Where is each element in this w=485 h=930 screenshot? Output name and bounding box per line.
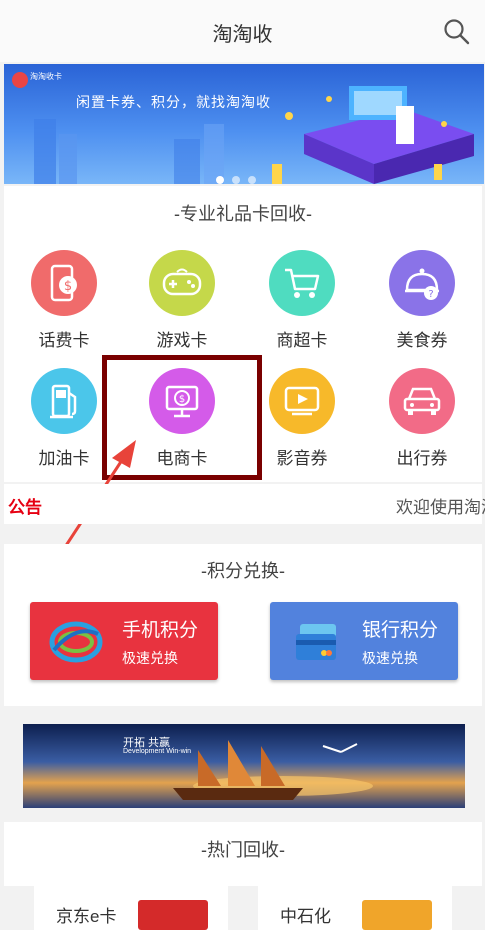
sailing-ship-illustration [173, 740, 373, 800]
notice-tag: 公告 [8, 498, 42, 517]
gift-section-title: -专业礼品卡回收- [174, 204, 312, 224]
hot-item-jd-card[interactable]: 京东e卡 [34, 886, 228, 930]
bank-points-subtitle: 极速兑换 [362, 650, 418, 666]
mobile-points-title: 手机积分 [122, 620, 199, 641]
pagination-dot[interactable] [216, 176, 224, 184]
hot-section: -热门回收- [4, 822, 482, 886]
page-title: 淘淘收 [212, 24, 273, 46]
svg-text:$: $ [64, 279, 72, 294]
shopping-cart-icon [269, 250, 335, 316]
city-illustration [34, 86, 474, 184]
grid-item-phone-card[interactable]: $ 话费卡 [4, 250, 124, 351]
notice-bar[interactable]: 公告 欢迎使用淘淘 [4, 484, 485, 524]
pagination-dot[interactable] [232, 176, 240, 184]
grid-item-label: 游戏卡 [156, 331, 208, 350]
grid-item-game-card[interactable]: 游戏卡 [122, 250, 242, 351]
grid-item-label: 出行券 [396, 449, 448, 468]
hot-item-name: 京东e卡 [56, 907, 117, 926]
grid-item-food-voucher[interactable]: ? 美食券 [362, 250, 482, 351]
jd-card-image [138, 900, 208, 930]
top-header: 淘淘收 [0, 0, 485, 62]
svg-text:?: ? [428, 289, 433, 300]
search-icon[interactable] [443, 18, 471, 46]
food-cover-icon: ? [389, 250, 455, 316]
bank-points-card[interactable]: 银行积分 极速兑换 [270, 602, 458, 680]
banner-pagination[interactable] [216, 176, 256, 184]
pagination-dot[interactable] [248, 176, 256, 184]
promo-banner[interactable]: 淘淘收卡 闲置卡券、积分，就找淘淘收 [4, 64, 484, 184]
bank-points-title: 银行积分 [362, 620, 439, 641]
points-section-title: -积分兑换- [201, 561, 285, 581]
mobile-points-subtitle: 极速兑换 [122, 650, 178, 666]
hot-section-title: -热门回收- [201, 840, 285, 860]
phone-card-icon: $ [31, 250, 97, 316]
car-icon [389, 368, 455, 434]
bank-card-icon [296, 624, 336, 660]
video-player-icon [269, 368, 335, 434]
grid-item-travel-voucher[interactable]: 出行券 [362, 368, 482, 469]
gamepad-icon [149, 250, 215, 316]
fuel-pump-icon [31, 368, 97, 434]
grid-item-supermarket-card[interactable]: 商超卡 [242, 250, 362, 351]
grid-item-label: 话费卡 [38, 331, 90, 350]
sinopec-card-image [362, 900, 432, 930]
grid-item-label: 美食券 [396, 331, 448, 350]
grid-item-label: 商超卡 [276, 331, 328, 350]
china-mobile-logo-icon [49, 621, 103, 663]
mobile-points-card[interactable]: 手机积分 极速兑换 [30, 602, 218, 680]
hot-item-sinopec-card[interactable]: 中石化 [258, 886, 452, 930]
promo-banner-ship[interactable]: 开拓 共赢 Development Win-win [23, 724, 465, 808]
hot-item-name: 中石化 [280, 907, 331, 926]
notice-text: 欢迎使用淘淘 [396, 498, 485, 517]
